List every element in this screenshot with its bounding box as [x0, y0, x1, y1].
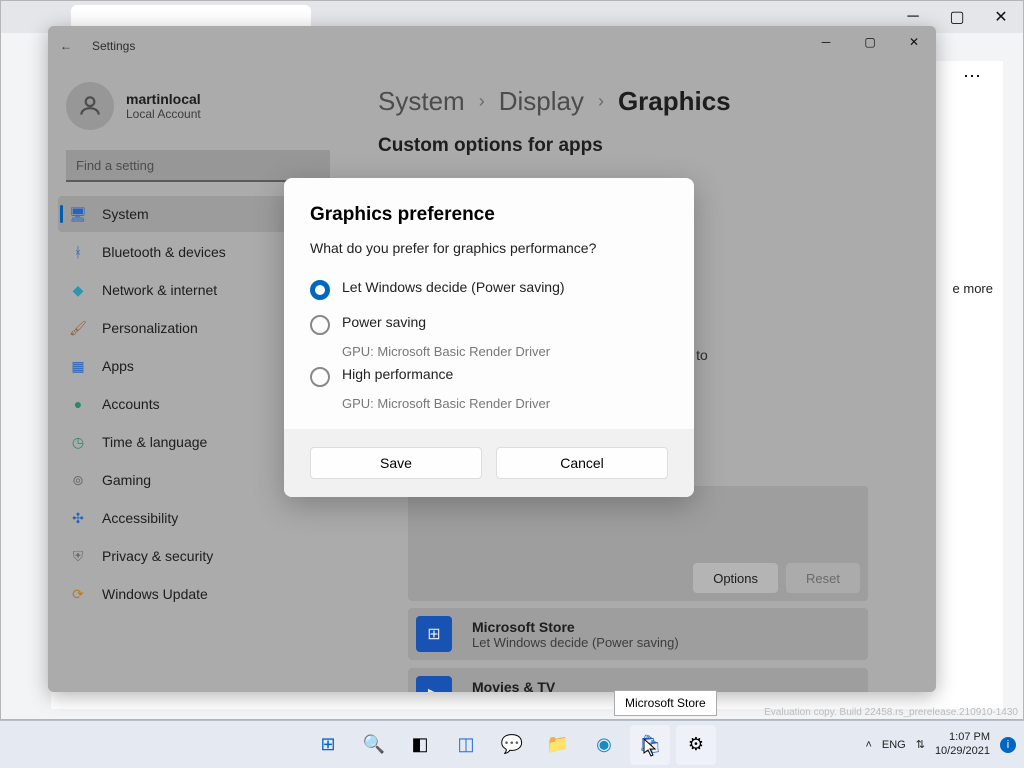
cursor-icon: [643, 738, 657, 758]
radio-label: High performance: [342, 366, 453, 382]
radio-option[interactable]: Power saving: [310, 307, 668, 342]
network-icon[interactable]: ⇅: [916, 738, 925, 751]
notification-badge-icon[interactable]: i: [1000, 737, 1016, 753]
radio-sublabel: GPU: Microsoft Basic Render Driver: [342, 396, 668, 411]
widgets-icon[interactable]: ◫: [446, 725, 486, 765]
taskview-icon[interactable]: ◧: [400, 725, 440, 765]
radio-option[interactable]: High performance: [310, 359, 668, 394]
radio-icon: [310, 315, 330, 335]
edge-icon[interactable]: ◉: [584, 725, 624, 765]
more-icon[interactable]: ⋯: [963, 66, 983, 87]
evaluation-watermark: Evaluation copy. Build 22458.rs_prerelea…: [764, 707, 1018, 718]
radio-label: Let Windows decide (Power saving): [342, 279, 565, 295]
show-more-text[interactable]: e more: [953, 281, 993, 296]
graphics-preference-dialog: Graphics preference What do you prefer f…: [284, 178, 694, 497]
dialog-title: Graphics preference: [310, 204, 668, 226]
radio-icon: [310, 367, 330, 387]
maximize-icon[interactable]: ▢: [935, 1, 979, 33]
start-icon[interactable]: ⊞: [308, 725, 348, 765]
taskbar-tooltip: Microsoft Store: [614, 690, 717, 716]
search-icon[interactable]: 🔍: [354, 725, 394, 765]
date-text: 10/29/2021: [935, 745, 990, 758]
radio-label: Power saving: [342, 314, 426, 330]
chat-icon[interactable]: 💬: [492, 725, 532, 765]
tray-chevron-icon[interactable]: ˄: [865, 739, 871, 751]
radio-sublabel: GPU: Microsoft Basic Render Driver: [342, 344, 668, 359]
radio-icon: [310, 280, 330, 300]
dialog-subtitle: What do you prefer for graphics performa…: [310, 240, 668, 256]
taskbar: ⊞ 🔍 ◧ ◫ 💬 📁 ◉ 🛍 ⚙ ˄ ENG ⇅ 1:07 PM 10/29/…: [0, 720, 1024, 768]
taskbar-tray: ˄ ENG ⇅ 1:07 PM 10/29/2021 i: [865, 731, 1016, 757]
save-button[interactable]: Save: [310, 447, 482, 479]
cancel-button[interactable]: Cancel: [496, 447, 668, 479]
settings-taskbar-icon[interactable]: ⚙: [676, 725, 716, 765]
language-indicator[interactable]: ENG: [882, 739, 906, 751]
clock[interactable]: 1:07 PM 10/29/2021: [935, 731, 990, 757]
radio-option[interactable]: Let Windows decide (Power saving): [310, 272, 668, 307]
explorer-icon[interactable]: 📁: [538, 725, 578, 765]
dialog-footer: Save Cancel: [284, 429, 694, 497]
close-icon[interactable]: ✕: [979, 1, 1023, 33]
time-text: 1:07 PM: [935, 731, 990, 744]
